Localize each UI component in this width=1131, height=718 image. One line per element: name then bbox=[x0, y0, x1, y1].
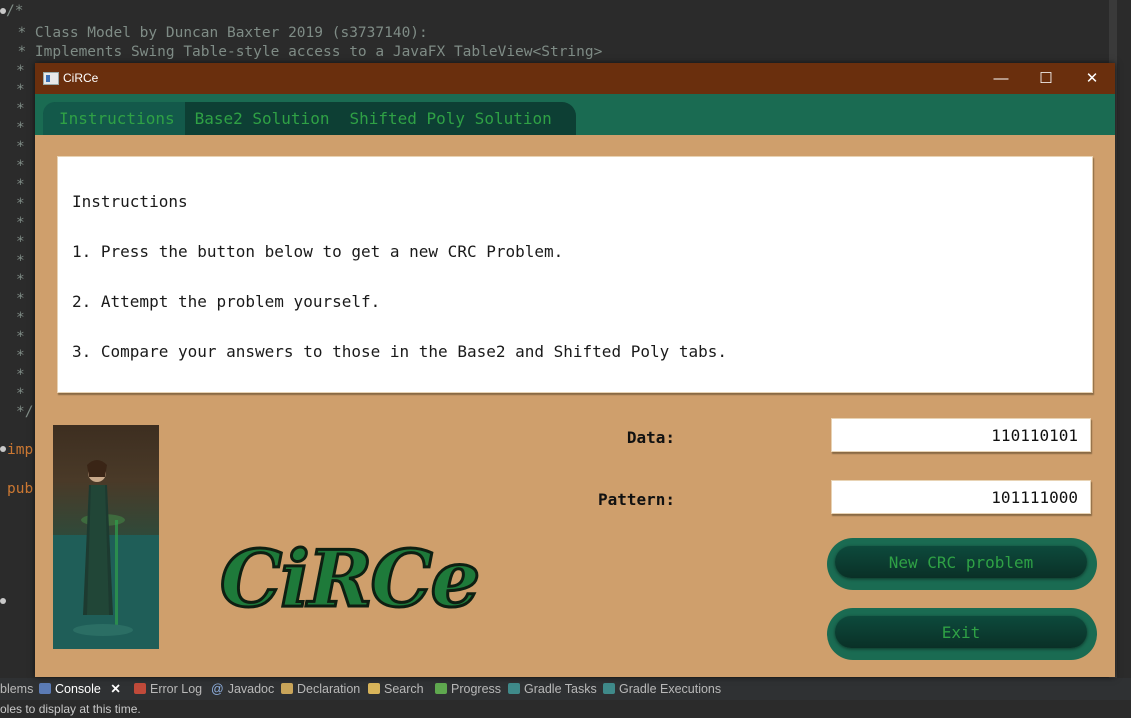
exit-button[interactable]: Exit bbox=[827, 608, 1097, 660]
code-line: * bbox=[16, 120, 25, 136]
console-icon bbox=[39, 683, 51, 694]
tab-search[interactable]: Search bbox=[368, 680, 424, 698]
tab-gradle-executions[interactable]: Gradle Executions bbox=[603, 680, 721, 698]
tab-progress[interactable]: Progress bbox=[435, 680, 501, 698]
app-icon bbox=[43, 72, 59, 85]
code-line: * bbox=[16, 215, 25, 231]
code-line: */ bbox=[16, 404, 34, 420]
instruction-step: 3. Compare your answers to those in the … bbox=[72, 342, 728, 361]
exit-label: Exit bbox=[835, 616, 1087, 648]
tab-error-log[interactable]: Error Log bbox=[134, 680, 202, 698]
instruction-step: 2. Attempt the problem yourself. bbox=[72, 292, 381, 311]
circe-logo: CiRCe bbox=[218, 534, 481, 625]
tab-shifted-poly-solution[interactable]: Shifted Poly Solution bbox=[339, 102, 561, 135]
code-line: * bbox=[16, 82, 25, 98]
data-label: Data: bbox=[626, 428, 675, 447]
code-line: imp bbox=[7, 442, 34, 458]
tab-javadoc[interactable]: @ Javadoc bbox=[211, 680, 274, 698]
code-line: * bbox=[16, 158, 25, 174]
code-line: * bbox=[16, 367, 25, 383]
gradle-icon bbox=[508, 683, 520, 694]
tab-console[interactable]: Console ✕ bbox=[39, 680, 121, 698]
tab-instructions[interactable]: Instructions bbox=[43, 102, 185, 135]
gradle-icon bbox=[603, 683, 615, 694]
instructions-heading: Instructions bbox=[72, 192, 188, 211]
painting-image bbox=[53, 460, 159, 649]
close-button[interactable]: ✕ bbox=[1069, 63, 1115, 94]
maximize-button[interactable]: ☐ bbox=[1023, 63, 1069, 94]
code-line: pub bbox=[7, 481, 34, 497]
declaration-icon bbox=[281, 683, 293, 694]
code-line: * Implements Swing Table-style access to… bbox=[0, 44, 603, 60]
code-line: * bbox=[16, 386, 25, 402]
new-crc-problem-label: New CRC problem bbox=[835, 546, 1087, 578]
code-line: * bbox=[16, 329, 25, 345]
ide-status-bar: oles to display at this time. bbox=[0, 700, 1131, 718]
code-line: * bbox=[16, 63, 25, 79]
window-title: CiRCe bbox=[63, 71, 99, 85]
code-line: * Class Model by Duncan Baxter 2019 (s37… bbox=[0, 25, 428, 41]
tab-declaration[interactable]: Declaration bbox=[281, 680, 360, 698]
instruction-step: 1. Press the button below to get a new C… bbox=[72, 242, 564, 261]
instructions-panel: Instructions 1. Press the button below t… bbox=[57, 156, 1093, 393]
code-line: * bbox=[16, 253, 25, 269]
javadoc-icon: @ bbox=[211, 682, 224, 696]
ide-bottom-tabs: blems Console ✕ Error Log @ Javadoc Decla… bbox=[0, 678, 1131, 700]
minimize-button[interactable]: — bbox=[978, 63, 1024, 94]
code-line: * bbox=[16, 310, 25, 326]
code-line: * bbox=[16, 139, 25, 155]
code-line: /* bbox=[6, 3, 24, 19]
search-icon bbox=[368, 683, 380, 694]
pattern-field[interactable]: 101111000 bbox=[831, 480, 1091, 514]
tab-bar: Instructions Base2 Solution Shifted Poly S… bbox=[35, 94, 1115, 135]
code-line: * bbox=[16, 272, 25, 288]
fold-marker[interactable] bbox=[0, 446, 6, 452]
fold-marker[interactable] bbox=[0, 598, 6, 604]
tab-problems[interactable]: blems bbox=[0, 680, 33, 698]
new-crc-problem-button[interactable]: New CRC problem bbox=[827, 538, 1097, 590]
title-bar[interactable]: CiRCe — ☐ ✕ bbox=[35, 63, 1115, 94]
close-icon[interactable]: ✕ bbox=[110, 682, 120, 696]
code-line: * bbox=[16, 348, 25, 364]
circe-window: CiRCe — ☐ ✕ Instructions Base2 Solution Sh… bbox=[35, 63, 1115, 677]
pattern-label: Pattern: bbox=[597, 490, 675, 509]
code-line: * bbox=[16, 101, 25, 117]
progress-icon bbox=[435, 683, 447, 694]
tab-gradle-tasks[interactable]: Gradle Tasks bbox=[508, 680, 597, 698]
code-line: * bbox=[16, 234, 25, 250]
code-line: * bbox=[16, 196, 25, 212]
tab-strip: Instructions Base2 Solution Shifted Poly S… bbox=[43, 102, 576, 135]
data-field[interactable]: 110110101 bbox=[831, 418, 1091, 452]
circe-painting bbox=[53, 425, 159, 649]
code-line: * bbox=[16, 177, 25, 193]
tab-base2-solution[interactable]: Base2 Solution bbox=[185, 102, 340, 135]
code-line: * bbox=[16, 291, 25, 307]
error-log-icon bbox=[134, 683, 146, 694]
